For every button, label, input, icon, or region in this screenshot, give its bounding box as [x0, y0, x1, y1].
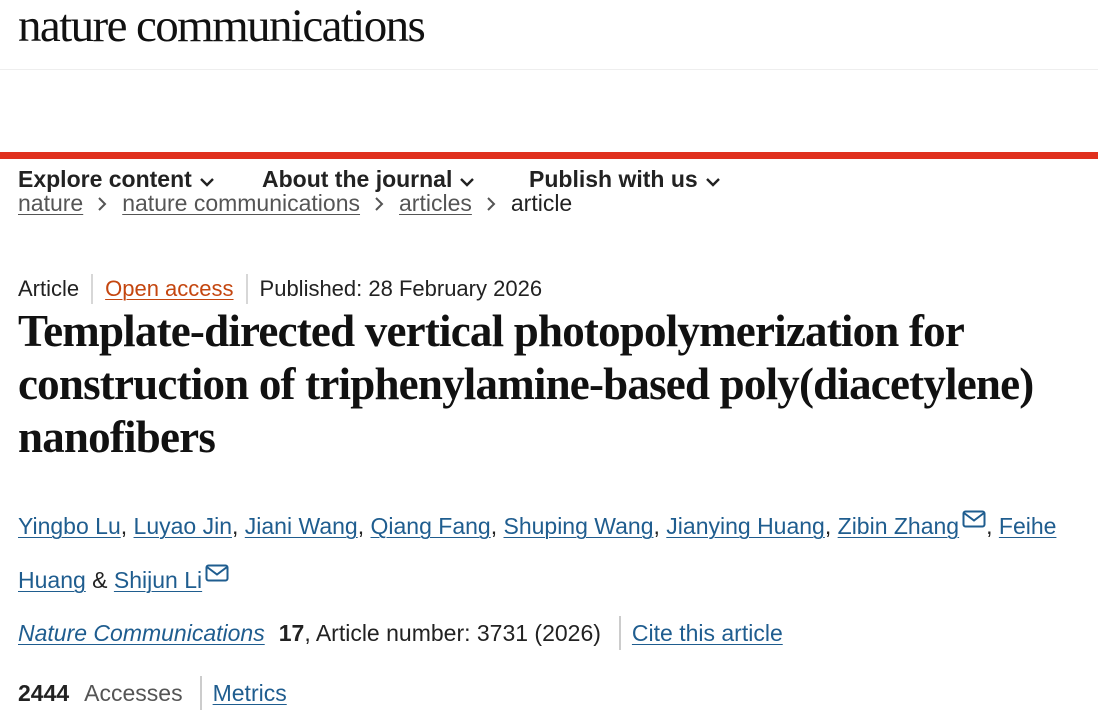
breadcrumb: nature nature communications articles ar…: [18, 190, 572, 217]
author-separator: ,: [357, 513, 371, 539]
author-link[interactable]: Yingbo Lu: [18, 513, 121, 539]
breadcrumb-nature[interactable]: nature: [18, 190, 83, 217]
author-link[interactable]: Luyao Jin: [134, 513, 232, 539]
nav-accent-bar: [0, 152, 1098, 159]
author-and: &: [85, 567, 114, 593]
breadcrumb-nature-communications[interactable]: nature communications: [122, 190, 360, 217]
author-separator: ,: [824, 513, 838, 539]
divider: [245, 274, 248, 304]
volume: 17: [278, 619, 305, 646]
citation-line: Nature Communications 17 , Article numbe…: [18, 616, 783, 650]
chevron-down-icon: [705, 166, 720, 193]
author-link[interactable]: Qiang Fang: [371, 513, 491, 539]
nav-about-journal[interactable]: About the journal: [262, 166, 475, 193]
author-separator: ,: [653, 513, 667, 539]
chevron-right-icon: [487, 196, 496, 211]
mail-icon[interactable]: [205, 550, 229, 598]
journal-link[interactable]: Nature Communications: [18, 620, 265, 647]
divider: [199, 676, 202, 710]
article-meta: Article Open access Published: 28 Februa…: [18, 274, 542, 304]
journal-logo[interactable]: nature communications: [18, 0, 426, 52]
accesses-label: Accesses: [84, 679, 183, 706]
author-list: Yingbo Lu, Luyao Jin, Jiani Wang, Qiang …: [18, 496, 1083, 604]
metrics-line: 2444 Accesses Metrics: [18, 676, 287, 710]
divider: [618, 616, 621, 650]
author-link[interactable]: Zibin Zhang: [838, 513, 959, 539]
chevron-down-icon: [460, 166, 475, 193]
main-nav: Explore content About the journal Publis…: [0, 70, 1098, 192]
nav-explore-content[interactable]: Explore content: [18, 166, 214, 193]
nav-item-label: Explore content: [18, 166, 192, 192]
breadcrumb-current: article: [510, 190, 573, 216]
chevron-down-icon: [199, 166, 214, 193]
author-separator: ,: [986, 513, 999, 539]
metrics-link[interactable]: Metrics: [213, 680, 287, 707]
nav-item-label: Publish with us: [529, 166, 698, 192]
published-date: Published: 28 February 2026: [259, 276, 543, 301]
author-separator: ,: [490, 513, 504, 539]
author-link[interactable]: Shijun Li: [114, 567, 202, 593]
mail-icon[interactable]: [962, 496, 986, 544]
author-separator: ,: [120, 513, 134, 539]
nav-publish-with-us[interactable]: Publish with us: [529, 166, 720, 193]
author-link[interactable]: Shuping Wang: [503, 513, 653, 539]
chevron-right-icon: [98, 196, 107, 211]
accesses-count: 2444: [18, 679, 70, 706]
divider: [91, 274, 94, 304]
article-number: , Article number: 3731 (2026): [304, 619, 601, 646]
open-access-link[interactable]: Open access: [105, 276, 233, 302]
article-title: Template-directed vertical photopolymeri…: [18, 306, 1034, 462]
author-separator: ,: [232, 513, 245, 539]
nav-item-label: About the journal: [262, 166, 453, 192]
masthead: nature communications: [0, 0, 1098, 70]
breadcrumb-articles[interactable]: articles: [399, 190, 472, 217]
author-link[interactable]: Jianying Huang: [666, 513, 825, 539]
chevron-right-icon: [375, 196, 384, 211]
cite-article-link[interactable]: Cite this article: [632, 620, 783, 647]
author-link[interactable]: Jiani Wang: [245, 513, 358, 539]
article-type: Article: [18, 276, 80, 301]
